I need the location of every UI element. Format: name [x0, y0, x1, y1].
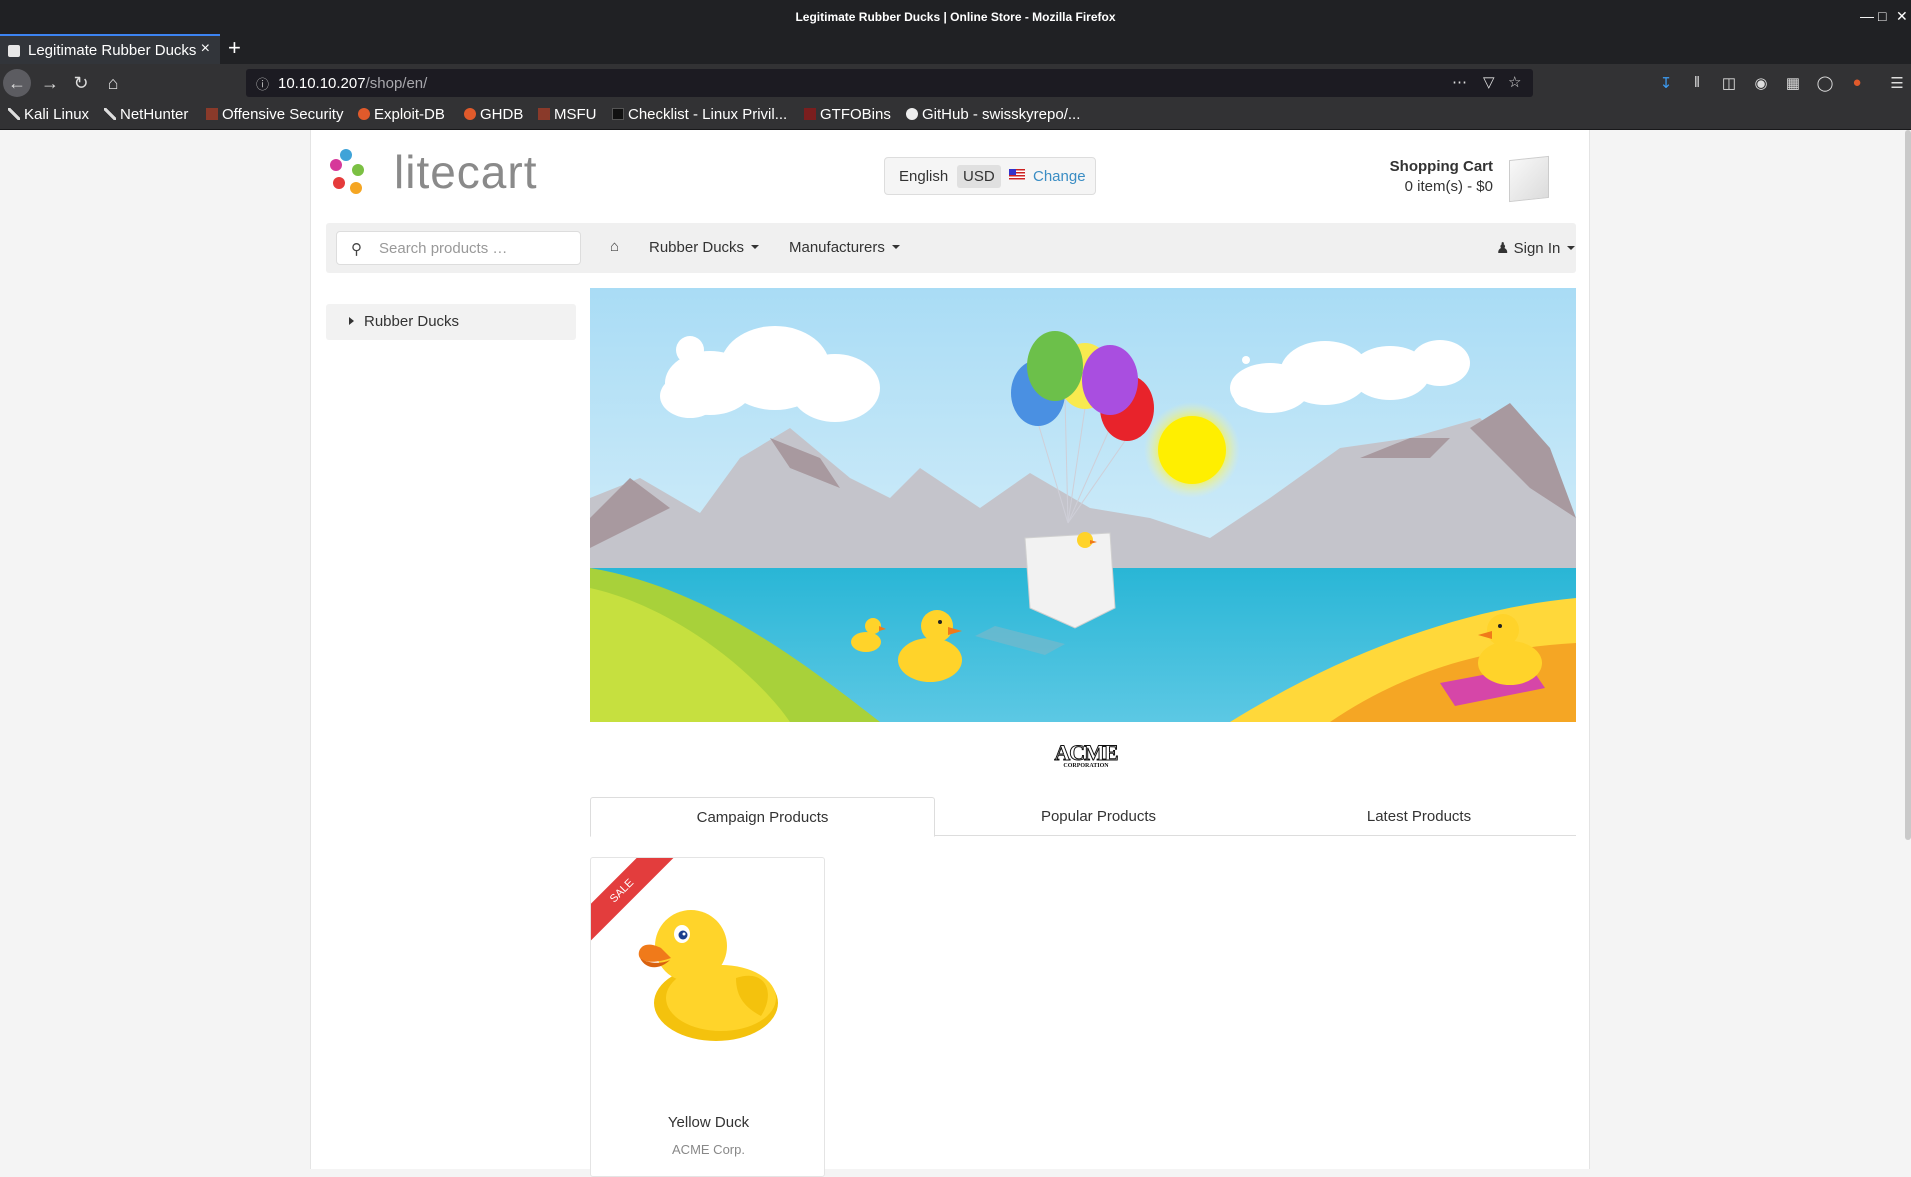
- store-logo[interactable]: litecart: [330, 146, 570, 198]
- exploitdb-icon: [358, 108, 370, 120]
- cart-title: Shopping Cart: [1389, 158, 1493, 175]
- library-icon[interactable]: ‖: [1688, 74, 1706, 92]
- shopping-cart[interactable]: Shopping Cart 0 item(s) - $0: [1301, 155, 1571, 208]
- home-icon[interactable]: ⌂: [610, 238, 619, 255]
- extension-globe-icon[interactable]: ◯: [1816, 74, 1834, 92]
- url-host: 10.10.10.207: [278, 75, 366, 92]
- web-page: litecart English USD Change Shopping Car…: [0, 130, 1911, 1177]
- search-icon: ⚲: [351, 241, 362, 258]
- bookmarks-toolbar: Kali Linux NetHunter Offensive Security …: [0, 102, 1911, 130]
- browser-tab[interactable]: Legitimate Rubber Ducks ×: [0, 34, 220, 64]
- search-placeholder: Search products …: [379, 240, 508, 257]
- navigation-toolbar: ← → ↻ ⌂ ⓘ 10.10.10.207/shop/en/ ⋯ ▽ ☆ ↧ …: [0, 64, 1911, 102]
- nav-rubber-ducks[interactable]: Rubber Ducks: [649, 239, 760, 256]
- url-bar[interactable]: ⓘ 10.10.10.207/shop/en/ ⋯ ▽ ☆: [246, 69, 1533, 97]
- extension-fox-icon[interactable]: ●: [1848, 74, 1866, 92]
- exploitdb-icon: [464, 108, 476, 120]
- offsec-icon: [206, 108, 218, 120]
- bookmark-item[interactable]: Exploit-DB: [358, 106, 445, 123]
- change-region-link[interactable]: Change: [1033, 168, 1086, 185]
- rubber-duck-image: [638, 910, 778, 1041]
- close-tab-icon[interactable]: ×: [201, 40, 210, 58]
- tab-title: Legitimate Rubber Ducks: [28, 42, 197, 59]
- gtfobins-icon: [804, 108, 816, 120]
- language-label: English: [899, 168, 949, 185]
- bookmark-item[interactable]: GTFOBins: [804, 106, 891, 123]
- bookmark-item[interactable]: GHDB: [464, 106, 523, 123]
- product-card[interactable]: SALE Yellow Duck ACME Corp.: [590, 857, 825, 1177]
- site-navigation: ⚲ Search products … ⌂ Rubber Ducks Manuf…: [326, 223, 1576, 273]
- sidebar-icon[interactable]: ◫: [1720, 74, 1738, 92]
- acme-manufacturer-logo[interactable]: ACME CORPORATION: [1051, 740, 1121, 777]
- github-icon: [906, 108, 918, 120]
- account-icon[interactable]: ◉: [1752, 74, 1770, 92]
- sign-in-button[interactable]: ♟ Sign In: [1496, 239, 1576, 257]
- tab-strip: Legitimate Rubber Ducks × +: [0, 34, 1911, 64]
- page-icon: [612, 108, 624, 120]
- window-titlebar: Legitimate Rubber Ducks | Online Store -…: [0, 0, 1911, 34]
- product-tabs: Campaign Products Popular Products Lates…: [590, 797, 1576, 837]
- close-window-icon[interactable]: ✕: [1896, 8, 1908, 25]
- extension-grid-icon[interactable]: ▦: [1784, 74, 1802, 92]
- caret-down-icon: [751, 245, 760, 249]
- caret-right-icon: [349, 317, 354, 325]
- bookmark-item[interactable]: GitHub - swisskyrepo/...: [906, 106, 1080, 123]
- search-input[interactable]: ⚲ Search products …: [336, 231, 581, 265]
- us-flag-icon: [1009, 169, 1025, 180]
- bookmark-item[interactable]: Offensive Security: [206, 106, 343, 123]
- tab-latest-products[interactable]: Latest Products: [1262, 797, 1576, 836]
- window-title: Legitimate Rubber Ducks | Online Store -…: [795, 10, 1116, 24]
- offsec-icon: [538, 108, 550, 120]
- menu-icon[interactable]: ☰: [1888, 74, 1906, 92]
- maximize-icon[interactable]: □: [1878, 8, 1886, 24]
- hero-banner[interactable]: [590, 288, 1576, 722]
- cart-summary: 0 item(s) - $0: [1404, 178, 1493, 195]
- tab-campaign-products[interactable]: Campaign Products: [590, 797, 935, 837]
- bookmark-item[interactable]: MSFU: [538, 106, 597, 123]
- sidebar-item-rubber-ducks[interactable]: Rubber Ducks: [326, 304, 576, 340]
- region-selector[interactable]: English USD Change: [884, 157, 1096, 195]
- url-path: /shop/en/: [365, 75, 428, 92]
- sidebar-item-label: Rubber Ducks: [364, 313, 460, 330]
- shopping-bag-icon: [1509, 155, 1549, 203]
- bookmark-item[interactable]: Checklist - Linux Privil...: [612, 106, 787, 123]
- nav-manufacturers[interactable]: Manufacturers: [789, 239, 900, 256]
- store-container: litecart English USD Change Shopping Car…: [310, 130, 1590, 1177]
- caret-down-icon: [1567, 246, 1576, 250]
- downloads-icon[interactable]: ↧: [1657, 74, 1675, 92]
- kali-icon: [104, 108, 116, 120]
- bookmark-item[interactable]: NetHunter: [104, 106, 188, 123]
- back-button[interactable]: ←: [3, 69, 31, 97]
- bookmark-item[interactable]: Kali Linux: [8, 106, 89, 123]
- product-name: Yellow Duck: [667, 1114, 750, 1131]
- caret-down-icon: [891, 245, 900, 249]
- pocket-icon[interactable]: ▽: [1483, 73, 1495, 91]
- acme-logo-text: ACME: [1054, 740, 1119, 765]
- favicon-icon: [8, 45, 20, 57]
- product-manufacturer: ACME Corp.: [672, 1142, 745, 1157]
- bookmark-star-icon[interactable]: ☆: [1508, 73, 1521, 91]
- home-button[interactable]: ⌂: [101, 71, 125, 95]
- page-scrollbar[interactable]: [1905, 130, 1911, 840]
- new-tab-button[interactable]: +: [228, 35, 241, 61]
- minimize-icon[interactable]: —: [1860, 8, 1874, 24]
- site-info-icon[interactable]: ⓘ: [256, 74, 269, 93]
- currency-badge: USD: [957, 165, 1001, 188]
- logo-text: litecart: [394, 146, 538, 198]
- banner-illustration: [590, 288, 1576, 722]
- tab-popular-products[interactable]: Popular Products: [935, 797, 1262, 836]
- page-actions-icon[interactable]: ⋯: [1452, 73, 1467, 91]
- reload-button[interactable]: ↻: [69, 71, 93, 95]
- forward-button[interactable]: →: [38, 71, 62, 95]
- kali-icon: [8, 108, 20, 120]
- user-icon: ♟: [1496, 240, 1514, 257]
